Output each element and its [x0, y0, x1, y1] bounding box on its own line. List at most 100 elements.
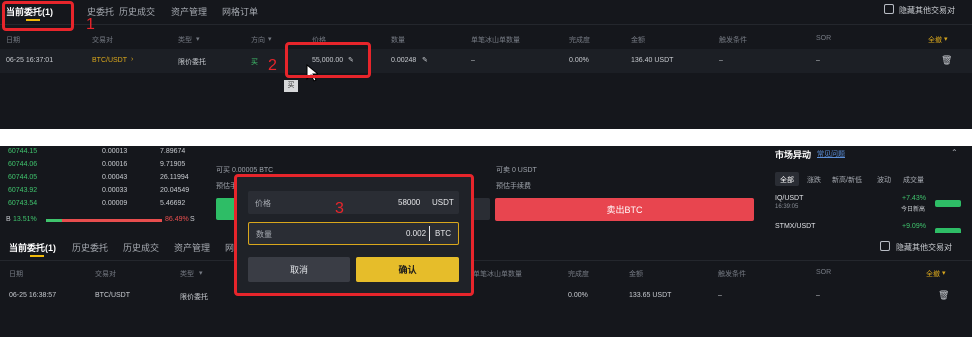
order-date: 06-25 16:37:01 — [6, 57, 54, 64]
col-header-pair: 交易对 — [92, 37, 113, 44]
orderbook-qty: 0.00009 — [102, 200, 128, 207]
col-header-progress: 完成度 — [569, 37, 590, 44]
cancel-all-button[interactable]: 全撤 — [928, 35, 942, 45]
orderbook-price: 60744.06 — [8, 161, 38, 168]
mover-change: +7.43% — [902, 195, 926, 202]
ratio-bar-buy-fill — [46, 219, 62, 222]
col-header-trigger: 触发条件 — [718, 271, 746, 278]
tab-open-orders[interactable]: 当前委托(1) — [9, 241, 56, 254]
filter-change[interactable]: 涨跌 — [807, 175, 821, 185]
orderbook-row[interactable]: 60743.54 0.00009 5.46692 — [0, 199, 205, 211]
order-amount: 136.40 USDT — [631, 57, 674, 64]
orderbook-qty: 0.00016 — [102, 161, 128, 168]
cancel-all-caret-icon[interactable]: ▾ — [942, 269, 946, 277]
table-row: 06-25 16:38:57 BTC/USDT 限价委托 0.00% 133.6… — [0, 285, 972, 307]
annotation-box-1 — [2, 1, 74, 31]
annotation-number-3: 3 — [335, 200, 344, 217]
modify-order-modal: 价格 58000 USDT 数量 0.002 BTC 取消 确认 — [234, 174, 474, 296]
qty-input[interactable]: 数量 0.002 BTC — [248, 222, 459, 245]
text-caret — [429, 226, 430, 241]
type-filter-caret-icon[interactable]: ▾ — [196, 35, 200, 43]
orderbook-total: 9.71905 — [160, 161, 186, 168]
price-input-value: 58000 — [398, 198, 421, 207]
orderbook-row[interactable]: 60744.15 0.00013 7.89674 — [0, 147, 205, 159]
col-header-type[interactable]: 类型 — [178, 35, 192, 45]
sell-ratio: 86.49% — [165, 216, 189, 223]
col-header-trigger: 触发条件 — [719, 37, 747, 44]
order-iceberg: – — [471, 57, 475, 64]
tab-assets[interactable]: 资产管理 — [174, 241, 210, 254]
order-pair[interactable]: BTC/USDT — [92, 57, 127, 64]
col-header-progress: 完成度 — [568, 271, 589, 278]
orderbook-total: 5.46692 — [160, 200, 186, 207]
sell-btc-button[interactable]: 卖出BTC — [495, 198, 754, 221]
buy-ratio: 13.51% — [13, 216, 37, 223]
order-progress: 0.00% — [569, 57, 589, 64]
tab-trade-history[interactable]: 历史成交 — [123, 241, 159, 254]
sell-available: 可卖 0 USDT — [496, 167, 537, 174]
orderbook-qty: 0.00043 — [102, 174, 128, 181]
trash-icon[interactable]: 🗑 — [938, 290, 949, 301]
col-header-qty: 数量 — [391, 37, 405, 44]
qty-input-unit: BTC — [435, 229, 451, 238]
edit-qty-icon[interactable]: ✎ — [422, 56, 428, 64]
confirm-button[interactable]: 确认 — [356, 257, 459, 282]
orderbook-price: 60744.05 — [8, 174, 38, 181]
mover-change: +9.09% — [902, 223, 926, 230]
market-movers-title: 市场异动 — [775, 150, 812, 160]
orderbook-row[interactable]: 60743.92 0.00033 20.04549 — [0, 186, 205, 198]
side-tooltip: 买 — [284, 80, 298, 92]
tab-assets[interactable]: 资产管理 — [171, 5, 207, 18]
col-header-iceberg: 单笔冰山单数量 — [473, 271, 522, 278]
orderbook-total: 26.11994 — [160, 174, 189, 181]
cancel-all-button[interactable]: 全撤 — [926, 269, 940, 279]
hide-other-pairs-checkbox[interactable] — [884, 4, 894, 14]
order-pair[interactable]: BTC/USDT — [95, 292, 130, 299]
orderbook-price: 60743.54 — [8, 200, 38, 207]
orderbook-qty: 0.00033 — [102, 187, 128, 194]
orderbook-price: 60743.92 — [8, 187, 38, 194]
price-input[interactable]: 价格 58000 USDT — [248, 191, 459, 214]
filter-all[interactable]: 全部 — [780, 175, 794, 185]
tab-order-history[interactable]: 历史委托 — [72, 241, 108, 254]
col-header-pair: 交易对 — [95, 271, 116, 278]
col-header-side[interactable]: 方向 — [251, 35, 265, 45]
cancel-button[interactable]: 取消 — [248, 257, 350, 282]
mover-pair: STMX/USDT — [775, 223, 816, 230]
faq-link[interactable]: 常见问题 — [817, 149, 845, 159]
orderbook-total: 20.04549 — [160, 187, 190, 194]
filter-volume[interactable]: 成交量 — [903, 175, 924, 185]
pair-arrow-icon[interactable]: › — [131, 56, 133, 63]
orderbook-total: 7.89674 — [160, 148, 186, 155]
order-amount: 133.65 USDT — [629, 292, 672, 299]
list-item[interactable]: IQ/USDT 16:39:05 +7.43% 今日新高 — [765, 190, 972, 216]
hide-other-pairs-checkbox[interactable] — [880, 241, 890, 251]
mover-pair: IQ/USDT — [775, 195, 804, 202]
filter-volatility[interactable]: 波动 — [877, 175, 891, 185]
tab-grid-orders[interactable]: 网 — [225, 241, 234, 254]
col-header-sor: SOR — [816, 35, 832, 42]
order-qty[interactable]: 0.00248 — [391, 57, 416, 64]
orderbook-row[interactable]: 60744.05 0.00043 26.11994 — [0, 173, 205, 185]
qty-input-value: 0.002 — [406, 229, 427, 238]
col-header-amount: 金额 — [629, 271, 643, 278]
annotation-box-2 — [285, 42, 371, 78]
order-progress: 0.00% — [568, 292, 588, 299]
filter-high-low[interactable]: 新高/新低 — [832, 175, 862, 185]
ratio-bar — [46, 219, 162, 222]
type-filter-caret-icon[interactable]: ▾ — [199, 269, 203, 277]
side-filter-caret-icon[interactable]: ▾ — [268, 35, 272, 43]
tab-trade-history[interactable]: 历史成交 — [119, 5, 155, 18]
col-header-amount: 金额 — [631, 37, 645, 44]
col-header-type[interactable]: 类型 — [180, 269, 194, 279]
collapse-icon[interactable]: ⌃ — [951, 148, 958, 157]
trading-view-bottom: 60744.15 0.00013 7.89674 60744.06 0.00016 9.7… — [0, 146, 972, 337]
price-input-unit: USDT — [432, 198, 454, 207]
table-row: 06-25 16:37:01 BTC/USDT › 限价委托 买 55,000.… — [0, 49, 972, 73]
mover-time: 16:39:05 — [775, 204, 799, 210]
cancel-all-caret-icon[interactable]: ▾ — [944, 35, 948, 43]
col-header-sor: SOR — [816, 269, 832, 276]
orderbook-row[interactable]: 60744.06 0.00016 9.71905 — [0, 160, 205, 172]
trash-icon[interactable]: 🗑 — [941, 55, 952, 66]
tab-grid-orders[interactable]: 网格订单 — [222, 5, 258, 18]
